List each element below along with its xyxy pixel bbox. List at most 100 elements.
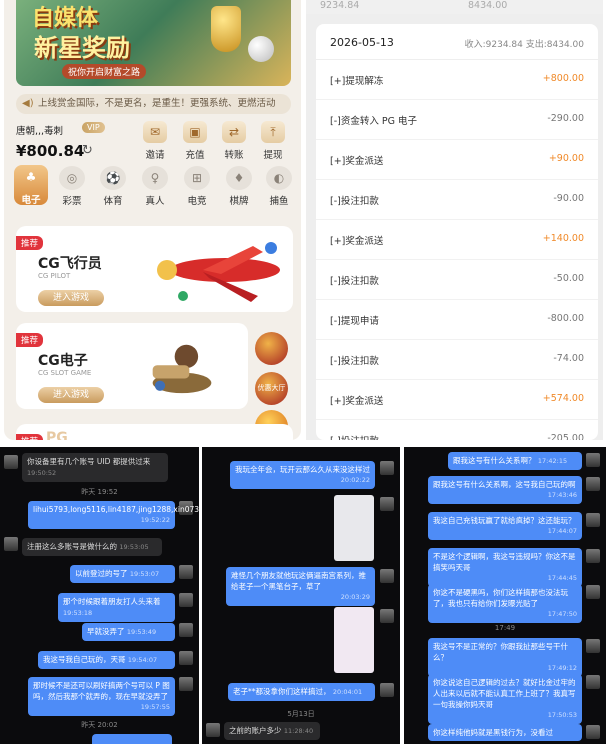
action-invite[interactable]: ✉ 邀请 bbox=[137, 121, 173, 161]
category-label: 电子 bbox=[21, 195, 41, 206]
category-bar: ♣ 电子 ◎ 彩票 ⚽ 体育 ♀ 真人 ⊞ 电竞 ♦ 棋牌 ◐ 捕鱼 bbox=[12, 165, 297, 210]
action-withdraw[interactable]: ⤒ 提现 bbox=[255, 121, 291, 161]
screenshot-thumbnail[interactable] bbox=[334, 495, 374, 561]
chat-message: 我这号我自己玩的，天哥 19:54:07 bbox=[38, 651, 175, 669]
avatar bbox=[586, 639, 600, 653]
announcement-bar[interactable]: ◀) 上线赏金国际，不是更名，是重生！更强系统、更燃活动 bbox=[16, 94, 291, 114]
chat-day-separator: 昨天 19:52 bbox=[81, 488, 118, 496]
ledger-row[interactable]: [+]奖金派送 +574.00 bbox=[316, 380, 598, 420]
category-lottery[interactable]: ◎ 彩票 bbox=[57, 166, 87, 207]
ledger-row[interactable]: [+]提现解冻 +800.00 bbox=[316, 60, 598, 100]
recommend-tag: 推荐 bbox=[16, 333, 44, 347]
category-label: 捕鱼 bbox=[269, 196, 289, 207]
chat-day-separator: 17:49 bbox=[494, 624, 516, 632]
chat-panel-1: 你设备里有几个账号 UID 都提供过来 19:50:52 昨天 19:52 lih… bbox=[0, 447, 199, 744]
screenshot-thumbnail[interactable] bbox=[334, 607, 374, 673]
recommend-tag: 推荐 bbox=[16, 236, 44, 250]
side-float-live-icon[interactable] bbox=[255, 332, 288, 365]
action-transfer[interactable]: ⇄ 转账 bbox=[216, 121, 252, 161]
chat-message: lihui5793,long5116,lin4187,jing1288,xin0… bbox=[28, 501, 199, 529]
ledger-row-amount: +140.00 bbox=[542, 233, 584, 244]
category-label: 彩票 bbox=[62, 196, 82, 207]
chat-message: 之前的账户多少 11:28:40 bbox=[224, 722, 320, 740]
deposit-icon: ▣ bbox=[183, 121, 207, 143]
category-label: 体育 bbox=[103, 196, 123, 207]
banner-slogan: 祝你开启财富之路 bbox=[62, 64, 147, 79]
side-float-promo[interactable]: 优惠大厅 bbox=[255, 372, 288, 405]
avatar bbox=[179, 623, 193, 637]
cannon-hero-illustration bbox=[152, 344, 212, 394]
transfer-icon: ⇄ bbox=[222, 121, 246, 143]
withdraw-icon: ⤒ bbox=[261, 121, 285, 143]
chat-message: 老子**都没拿你们这样搞过， 20:04:01 bbox=[228, 683, 375, 701]
category-cards[interactable]: ♦ 棋牌 bbox=[224, 166, 254, 207]
ledger-row-desc: [+]奖金派送 bbox=[330, 156, 384, 167]
category-fishing[interactable]: ◐ 捕鱼 bbox=[264, 166, 294, 207]
category-label: 真人 bbox=[145, 196, 165, 207]
enter-game-button[interactable]: 进入游戏 bbox=[38, 387, 104, 403]
football-icon bbox=[248, 36, 274, 62]
category-slot[interactable]: ♣ 电子 bbox=[14, 165, 48, 206]
category-label: 电竞 bbox=[187, 196, 207, 207]
game-card-cg-slot[interactable]: 推荐 CG电子 CG SLOT GAME 进入游戏 bbox=[16, 323, 248, 409]
enter-game-button[interactable]: 进入游戏 bbox=[38, 290, 104, 306]
chat-message: 我这自己充钱玩赢了就给疯掉？这还能玩？ 17:44:07 bbox=[428, 512, 582, 540]
ledger-row-amount: +90.00 bbox=[548, 153, 584, 164]
action-deposit[interactable]: ▣ 充值 bbox=[177, 121, 213, 161]
avatar bbox=[206, 723, 220, 737]
game-card-cg-pilot[interactable]: 推荐 CG飞行员 CG PILOT 进入游戏 bbox=[16, 226, 293, 312]
ledger-row[interactable]: [+]奖金派送 +140.00 bbox=[316, 220, 598, 260]
chat-message: 跟我这号有什么关系啊，这号我自己玩的啊 17:43:46 bbox=[428, 476, 582, 504]
wallet-balance: ¥800.84 bbox=[16, 142, 85, 160]
ledger-row-desc: [-]投注扣款 bbox=[330, 196, 379, 207]
ledger-row[interactable]: [-]投注扣款 -74.00 bbox=[316, 340, 598, 380]
chat-message-partial bbox=[92, 734, 172, 744]
ledger-row[interactable]: [+]奖金派送 +90.00 bbox=[316, 140, 598, 180]
chat-day-separator: 5月13日 bbox=[287, 710, 315, 718]
ledger-date: 2026-05-13 bbox=[330, 36, 394, 49]
avatar bbox=[380, 683, 394, 697]
avatar bbox=[179, 565, 193, 579]
ledger-row-desc: [+]奖金派送 bbox=[330, 236, 384, 247]
chat-message: 跟我这号有什么关系啊？ 17:42:15 bbox=[448, 452, 582, 470]
refresh-icon[interactable]: ↻ bbox=[82, 143, 93, 158]
game-app-panel: 自媒体 新星奖励 祝你开启财富之路 ◀) 上线赏金国际，不是更名，是重生！更强系… bbox=[4, 0, 301, 440]
chat-day-separator: 昨天 20:02 bbox=[81, 721, 118, 729]
avatar bbox=[586, 585, 600, 599]
ledger-row-desc: [-]提现申请 bbox=[330, 316, 379, 327]
banner-title-line2: 新星奖励 bbox=[34, 34, 130, 62]
promo-banner[interactable]: 自媒体 新星奖励 祝你开启财富之路 bbox=[16, 0, 291, 86]
vip-badge: VIP bbox=[82, 122, 105, 133]
avatar bbox=[179, 651, 193, 665]
ledger-row-desc: [+]奖金派送 bbox=[330, 396, 384, 407]
ledger-row[interactable]: [-]提现申请 -800.00 bbox=[316, 300, 598, 340]
category-esports[interactable]: ⊞ 电竞 bbox=[182, 166, 212, 207]
avatar bbox=[586, 477, 600, 491]
ledger-row-desc: [-]投注扣款 bbox=[330, 433, 379, 440]
chat-message: 你这不是硬黑吗，你们这样搞那也没法玩了，我也只有给你们发曝光贴了 17:47:50 bbox=[428, 584, 582, 623]
game-card-pg[interactable]: 推荐 PG bbox=[16, 424, 293, 440]
category-label: 棋牌 bbox=[229, 196, 249, 207]
avatar bbox=[4, 455, 18, 469]
ledger-row-amount: -205.00 bbox=[547, 433, 584, 440]
ledger-row-amount: -800.00 bbox=[547, 313, 584, 324]
ledger-row-amount: +800.00 bbox=[542, 73, 584, 84]
transaction-ledger-panel: 9234.84 8434.00 2026-05-13 收入:9234.84 支出… bbox=[306, 0, 603, 440]
ledger-row[interactable]: [-]资金转入 PG 电子 -290.00 bbox=[316, 100, 598, 140]
ledger-card: 2026-05-13 收入:9234.84 支出:8434.00 [+]提现解冻… bbox=[316, 24, 598, 440]
ledger-row[interactable]: [-]投注扣款 -205.00 bbox=[316, 420, 598, 440]
ledger-row[interactable]: [-]投注扣款 -50.00 bbox=[316, 260, 598, 300]
avatar bbox=[586, 549, 600, 563]
chat-panel-2: 我玩全年会，玩开云那么久从来没这样过 20:02:22 难怪几个朋友就他玩这俩逼南… bbox=[202, 447, 400, 744]
chat-message: 我玩全年会，玩开云那么久从来没这样过 20:02:22 bbox=[230, 461, 375, 489]
ledger-row[interactable]: [-]投注扣款 -90.00 bbox=[316, 180, 598, 220]
avatar bbox=[586, 725, 600, 739]
game-subtitle: CG PILOT bbox=[38, 272, 71, 280]
cards-icon: ♦ bbox=[226, 166, 252, 190]
airplane-illustration bbox=[157, 242, 280, 302]
chat-message: 你这样纯他妈就是黑钱行为，没看过 bbox=[428, 724, 582, 741]
game-subtitle: CG SLOT GAME bbox=[38, 369, 92, 377]
category-sports[interactable]: ⚽ 体育 bbox=[98, 166, 128, 207]
fishing-icon: ◐ bbox=[266, 166, 292, 190]
category-live[interactable]: ♀ 真人 bbox=[140, 166, 170, 207]
